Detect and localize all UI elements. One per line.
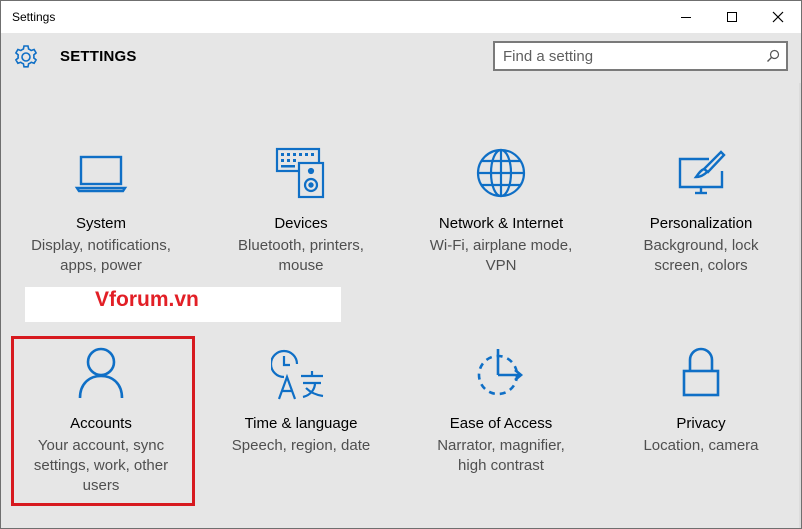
tile-desc-line: high contrast <box>458 457 544 474</box>
tile-description: Bluetooth, printers, mouse <box>216 236 386 276</box>
tile-desc-line: Wi-Fi, airplane mode, <box>429 237 573 254</box>
tile-title: Network & Internet <box>438 215 564 232</box>
tile-network-internet[interactable]: Network & Internet Wi-Fi, airplane mode,… <box>401 143 601 328</box>
tile-desc-line: Speech, region, date <box>231 437 371 454</box>
tile-title: Personalization <box>649 215 753 232</box>
tile-desc-line: Narrator, magnifier, <box>437 437 565 454</box>
search-box[interactable] <box>493 41 788 71</box>
tile-desc-line: Display, notifications, <box>31 237 171 254</box>
tile-desc-line: apps, power <box>60 257 142 274</box>
watermark-banner: Vforum.vn <box>25 287 341 322</box>
paint-monitor-icon <box>678 150 726 195</box>
tile-desc-line: Background, lock <box>643 237 759 254</box>
close-button[interactable] <box>755 1 801 33</box>
tile-description: Wi-Fi, airplane mode, VPN <box>416 236 586 276</box>
lock-icon <box>682 347 720 397</box>
tile-desc-line: screen, colors <box>654 257 748 274</box>
close-icon <box>772 11 784 23</box>
laptop-icon <box>74 155 128 193</box>
tile-time-language[interactable]: Time & language Speech, region, date <box>201 343 401 528</box>
maximize-icon <box>727 12 737 22</box>
page-title: SETTINGS <box>60 48 137 65</box>
tile-title: Privacy <box>676 415 726 432</box>
search-input[interactable] <box>503 47 758 66</box>
settings-header: SETTINGS <box>1 33 801 83</box>
tile-personalization[interactable]: Personalization Background, lock screen,… <box>601 143 801 328</box>
gear-icon <box>14 45 38 68</box>
accounts-highlight-box <box>11 336 195 506</box>
tile-desc-line: Bluetooth, printers, <box>238 237 364 254</box>
watermark-text: Vforum.vn <box>95 288 199 311</box>
tile-desc-line: Location, camera <box>643 437 759 454</box>
globe-icon <box>476 148 526 198</box>
tile-description: Location, camera <box>616 436 786 456</box>
tile-desc-line: VPN <box>485 257 517 274</box>
tile-description: Narrator, magnifier, high contrast <box>416 436 586 476</box>
tile-description: Background, lock screen, colors <box>616 236 786 276</box>
ease-of-access-icon <box>477 349 524 396</box>
tile-title: Ease of Access <box>449 415 553 432</box>
window-title: Settings <box>12 10 56 24</box>
tile-ease-of-access[interactable]: Ease of Access Narrator, magnifier, high… <box>401 343 601 528</box>
search-icon[interactable] <box>766 49 780 63</box>
title-bar[interactable]: Settings <box>1 1 801 33</box>
scrollbar-track[interactable] <box>799 83 801 528</box>
tile-description: Speech, region, date <box>216 436 386 456</box>
tile-privacy[interactable]: Privacy Location, camera <box>601 343 801 528</box>
tile-title: Devices <box>274 215 328 232</box>
tile-description: Display, notifications, apps, power <box>16 236 186 276</box>
settings-window: Settings SETTINGS Find a setting System … <box>0 0 802 529</box>
maximize-button[interactable] <box>709 1 755 33</box>
keyboard-speaker-icon <box>275 147 325 199</box>
minimize-icon <box>681 17 691 18</box>
tile-title: System <box>75 215 126 232</box>
minimize-button[interactable] <box>663 1 709 33</box>
tile-title: Time & language <box>244 415 358 432</box>
tile-desc-line: mouse <box>278 257 324 274</box>
clock-language-icon <box>271 349 324 400</box>
